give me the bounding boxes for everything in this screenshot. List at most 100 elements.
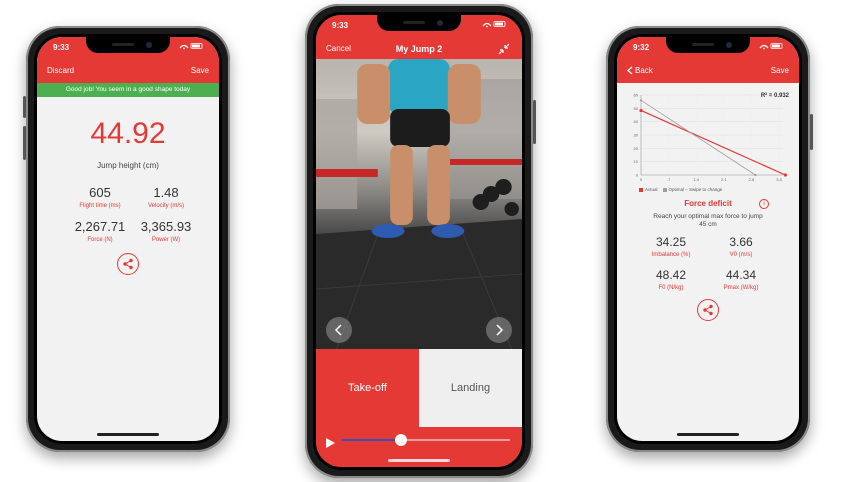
stat-value: 1.48 bbox=[153, 185, 179, 200]
landing-button[interactable]: Landing bbox=[419, 349, 522, 427]
home-indicator bbox=[388, 459, 450, 462]
stat-value: 605 bbox=[89, 185, 111, 200]
y-tick-label: 40 bbox=[634, 119, 639, 124]
save-button[interactable]: Save bbox=[771, 66, 789, 75]
legend-swatch bbox=[662, 187, 667, 192]
collapse-icon[interactable] bbox=[498, 42, 510, 55]
y-tick-label: 50 bbox=[634, 106, 639, 111]
home-indicator bbox=[677, 433, 739, 436]
side-button bbox=[23, 126, 26, 160]
jump-height-label: Jump height (cm) bbox=[97, 161, 159, 170]
video-screen: 9:33 Cancel My Jump 2 Take-off Landing bbox=[316, 15, 522, 467]
legend-actual: Actual bbox=[639, 187, 658, 192]
side-button bbox=[533, 100, 536, 144]
timeline-slider[interactable] bbox=[342, 434, 510, 446]
play-button[interactable] bbox=[326, 435, 335, 453]
notch bbox=[377, 15, 461, 31]
back-label: Back bbox=[635, 66, 653, 75]
share-icon bbox=[123, 258, 133, 270]
chart-svg: 0 10 20 30 40 50 60 0 .7 1.4 2.1 2.8 3.5 bbox=[634, 93, 787, 182]
share-icon bbox=[703, 304, 713, 316]
discard-button[interactable]: Discard bbox=[47, 66, 74, 75]
stat-velocity: 1.48 Velocity (m/s) bbox=[131, 185, 201, 209]
gym-scene bbox=[316, 59, 522, 349]
notch bbox=[666, 37, 750, 53]
stat-flight-time: 605 Flight time (ms) bbox=[65, 185, 135, 209]
phone-bezel: 9:32 Back Save 0 10 20 30 40 50 60 0 .7 1.4 2.1 2.8… bbox=[614, 34, 802, 444]
info-button[interactable]: i bbox=[759, 199, 769, 209]
chevron-left-icon bbox=[627, 66, 633, 75]
stat-v0: 3.66 V0 (m/s) bbox=[709, 235, 773, 258]
side-button bbox=[23, 96, 26, 118]
force-deficit-desc-line1: Reach your optimal max force to jump bbox=[653, 213, 763, 220]
optimal-series-line bbox=[640, 99, 756, 176]
stat-label: Pmax (W/kg) bbox=[723, 285, 759, 291]
stat-value: 3,365.93 bbox=[140, 219, 192, 234]
video-frame[interactable] bbox=[316, 59, 522, 349]
force-deficit-title: Force deficit bbox=[684, 199, 732, 208]
stat-label: F0 (N/kg) bbox=[658, 285, 684, 291]
stat-imbalance: 34.25 Imbalance (%) bbox=[639, 235, 703, 258]
landing-label: Landing bbox=[450, 382, 491, 394]
force-velocity-chart: 0 10 20 30 40 50 60 0 .7 1.4 2.1 2.8 3.5 R² = 0.932 bbox=[623, 87, 793, 187]
legend-actual-label: Actual bbox=[645, 187, 658, 192]
y-tick-label: 0 bbox=[636, 173, 639, 178]
actual-series-line bbox=[640, 109, 786, 176]
jump-height-value: 44.92 bbox=[90, 117, 166, 150]
status-time: 9:33 bbox=[53, 43, 70, 52]
stat-pmax: 44.34 Pmax (W/kg) bbox=[709, 268, 773, 291]
legend-optimal: Optimal – Swipe to change bbox=[662, 187, 723, 192]
results-screen: 9:33 Discard Save Good job! You seem in … bbox=[37, 37, 219, 441]
actual-point bbox=[783, 173, 787, 177]
profile-screen: 9:32 Back Save 0 10 20 30 40 50 60 0 .7 1.4 2.1 2.8… bbox=[617, 37, 799, 441]
legend-optimal-label: Optimal – Swipe to change bbox=[668, 187, 723, 192]
y-tick-label: 30 bbox=[634, 133, 639, 138]
phone-results: 9:33 Discard Save Good job! You seem in … bbox=[23, 26, 230, 452]
share-button[interactable] bbox=[697, 299, 719, 321]
stat-power: 3,365.93 Power (W) bbox=[131, 219, 201, 243]
takeoff-button[interactable]: Take-off bbox=[316, 349, 419, 427]
y-tick-label: 60 bbox=[634, 93, 639, 98]
back-button[interactable]: Back bbox=[627, 66, 653, 75]
stat-force: 2,267.71 Force (N) bbox=[65, 219, 135, 243]
force-deficit-description: Reach your optimal max force to jump 45 … bbox=[617, 213, 799, 229]
previous-frame-button[interactable] bbox=[326, 317, 352, 343]
y-tick-label: 10 bbox=[634, 159, 639, 164]
timeline-knob[interactable] bbox=[394, 434, 407, 446]
legend-swatch bbox=[639, 187, 643, 192]
phone-bezel: 9:33 Discard Save Good job! You seem in … bbox=[34, 34, 222, 444]
x-tick-label: 1.4 bbox=[693, 177, 699, 182]
stat-label: Velocity (m/s) bbox=[147, 203, 184, 209]
phone-video: 9:33 Cancel My Jump 2 Take-off Landing bbox=[305, 4, 536, 478]
status-time: 9:33 bbox=[332, 21, 349, 30]
status-icons bbox=[759, 42, 785, 52]
share-button[interactable] bbox=[117, 253, 139, 275]
stat-label: Imbalance (%) bbox=[651, 252, 691, 258]
next-frame-button[interactable] bbox=[486, 317, 512, 343]
status-time: 9:32 bbox=[633, 43, 650, 52]
info-icon: i bbox=[763, 201, 765, 207]
stat-value: 3.66 bbox=[729, 235, 753, 249]
save-button[interactable]: Save bbox=[191, 66, 209, 75]
optimal-point bbox=[754, 173, 757, 177]
status-icons bbox=[179, 42, 205, 52]
r2-label: R² = 0.932 bbox=[760, 93, 789, 99]
stat-value: 44.34 bbox=[725, 268, 757, 282]
stat-f0: 48.42 F0 (N/kg) bbox=[639, 268, 703, 291]
timeline-progress bbox=[342, 439, 401, 441]
stat-label: Flight time (ms) bbox=[79, 203, 121, 209]
success-banner: Good job! You seem in a good shape today bbox=[37, 83, 219, 97]
chevron-right-icon bbox=[496, 324, 504, 336]
stat-label: Force (N) bbox=[87, 237, 113, 243]
takeoff-label: Take-off bbox=[348, 382, 387, 394]
x-tick-label: 2.1 bbox=[721, 177, 727, 182]
x-tick-label: 2.8 bbox=[749, 177, 755, 182]
x-tick-label: .7 bbox=[667, 177, 671, 182]
actual-point bbox=[639, 108, 643, 113]
status-icons bbox=[482, 20, 508, 30]
home-indicator bbox=[97, 433, 159, 436]
phone-bezel: 9:33 Cancel My Jump 2 Take-off Landing bbox=[313, 12, 525, 470]
side-button bbox=[810, 114, 813, 150]
play-icon bbox=[326, 438, 335, 448]
stat-value: 34.25 bbox=[655, 235, 687, 249]
